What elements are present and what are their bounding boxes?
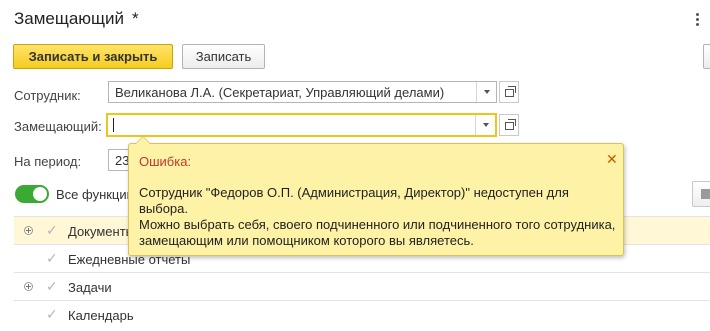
chevron-down-icon[interactable] bbox=[476, 82, 496, 102]
form-title: Замещающий * bbox=[14, 9, 139, 29]
open-form-icon[interactable] bbox=[499, 114, 519, 136]
list-item[interactable]: ✓ Задачи bbox=[14, 272, 710, 300]
form-title-text: Замещающий bbox=[14, 9, 125, 28]
all-functions-label: Все функции bbox=[56, 187, 134, 202]
tooltip-pointer bbox=[135, 136, 151, 144]
more-actions-button[interactable] bbox=[703, 44, 710, 69]
substitute-label: Замещающий: bbox=[14, 119, 102, 134]
list-item-label: Календарь bbox=[68, 308, 134, 323]
all-functions-toggle[interactable] bbox=[15, 185, 49, 203]
error-title: Ошибка: bbox=[139, 154, 192, 169]
toggle-knob bbox=[33, 187, 47, 201]
close-icon[interactable]: ✕ bbox=[606, 152, 618, 166]
save-button[interactable]: Записать bbox=[182, 44, 265, 69]
modified-mark: * bbox=[132, 9, 139, 28]
list-item-label: Документы bbox=[68, 224, 136, 239]
list-item-label: Задачи bbox=[68, 280, 112, 295]
employee-value: Великанова Л.А. (Секретариат, Управляющи… bbox=[115, 85, 445, 100]
save-and-close-button[interactable]: Записать и закрыть bbox=[13, 44, 173, 69]
list-item[interactable]: ✓ Календарь bbox=[14, 300, 710, 328]
expand-plus-icon[interactable] bbox=[24, 282, 33, 291]
open-form-icon[interactable] bbox=[499, 81, 519, 103]
check-icon[interactable]: ✓ bbox=[46, 251, 58, 265]
check-icon[interactable]: ✓ bbox=[46, 223, 58, 237]
period-label: На период: bbox=[14, 154, 82, 169]
check-icon[interactable]: ✓ bbox=[46, 279, 58, 293]
error-tooltip: Ошибка: ✕ Сотрудник "Федоров О.П. (Админ… bbox=[128, 136, 624, 256]
employee-field[interactable]: Великанова Л.А. (Секретариат, Управляющи… bbox=[108, 81, 497, 103]
check-icon[interactable]: ✓ bbox=[46, 307, 58, 321]
substitute-field[interactable] bbox=[106, 113, 497, 137]
chevron-down-icon[interactable] bbox=[475, 115, 495, 135]
expand-plus-icon[interactable] bbox=[24, 226, 33, 235]
settings-tool-button[interactable] bbox=[692, 181, 710, 207]
employee-label: Сотрудник: bbox=[14, 88, 81, 103]
kebab-menu-icon[interactable] bbox=[696, 13, 700, 27]
error-message: Сотрудник "Федоров О.П. (Администрация, … bbox=[139, 185, 616, 248]
text-caret bbox=[113, 118, 114, 132]
